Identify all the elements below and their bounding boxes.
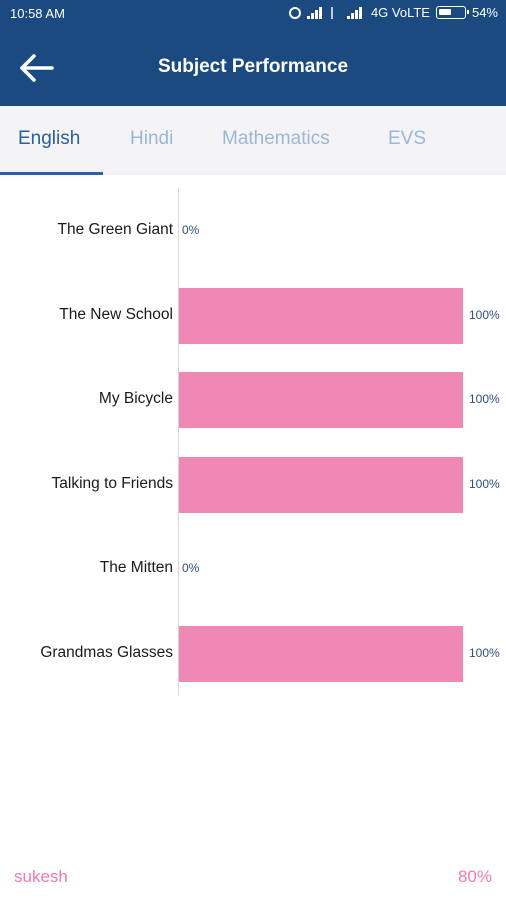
app-bar: Subject Performance [0,28,506,106]
score-bar [179,456,463,513]
score-bar [179,287,463,344]
value-label: 100% [469,645,500,660]
category-label: The Mitten [99,559,173,576]
signal-icon [346,6,365,19]
overall-score: 80% [457,867,492,886]
alarm-icon [288,6,301,19]
value-label: 100% [469,476,500,491]
chart-axis-line [178,188,179,696]
value-label: 100% [469,392,500,406]
signal-icon [306,6,325,19]
status-bar: 10:58 AM 4G VoLTE 54% [0,0,506,28]
category-label: Talking to Friends [51,474,173,492]
tab-mathematics[interactable]: Mathematics [222,128,330,150]
student-name: sukesh [14,867,68,886]
tab-hindi[interactable]: Hindi [130,128,173,150]
status-time: 10:58 AM [10,6,65,21]
category-label: Grandmas Glasses [40,643,173,661]
value-label: 0% [182,223,200,237]
page-title: Subject Performance [157,56,349,77]
battery-percent: 54% [471,5,498,20]
subject-tabs: English Hindi Mathematics EVS [0,106,506,175]
data-transfer-icon [330,6,341,19]
status-icons: 4G VoLTE 54% [288,5,498,20]
value-label: 0% [182,561,200,575]
score-bar [179,372,463,428]
category-label: The New School [59,305,173,323]
battery-icon [435,6,469,19]
category-label: My Bicycle [98,390,173,407]
performance-chart: The Green Giant 0% The New School 100% My Bi… [0,188,506,698]
category-label: The Green Giant [57,221,173,238]
tab-english[interactable]: English [18,128,80,150]
tab-evs[interactable]: EVS [388,128,426,150]
score-bar [179,625,463,682]
network-type: 4G VoLTE [370,5,430,20]
active-tab-indicator [0,172,103,175]
value-label: 100% [469,307,500,322]
